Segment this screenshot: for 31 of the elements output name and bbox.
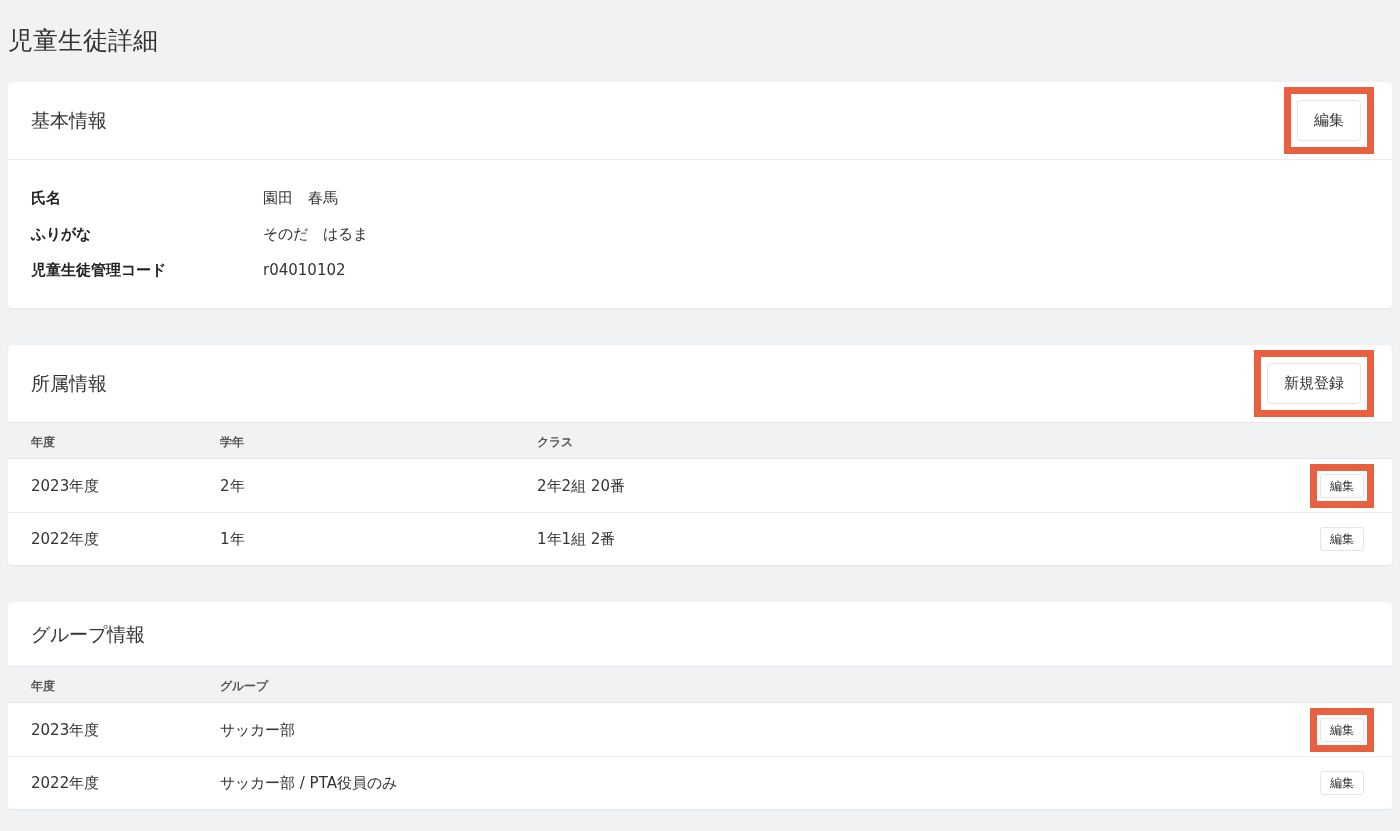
- page-title: 児童生徒詳細: [8, 25, 159, 57]
- table-cell: 2023年度: [31, 476, 100, 495]
- table-cell: 1年1組 2番: [537, 530, 616, 548]
- table-cell: 1年: [220, 530, 245, 548]
- table-cell: 2年2組 20番: [537, 476, 625, 495]
- edit-button[interactable]: 編集: [1320, 717, 1364, 742]
- column-header: グループ: [220, 678, 268, 693]
- field-label: 児童生徒管理コード: [31, 259, 167, 281]
- column-header: クラス: [537, 434, 573, 449]
- table-cell: 2023年度: [31, 720, 100, 739]
- edit-button[interactable]: 編集: [1320, 527, 1364, 551]
- field-label: ふりがな: [31, 223, 92, 245]
- column-header: 年度: [31, 678, 55, 693]
- field-value: 園田 春馬: [263, 187, 338, 209]
- column-header: 年度: [31, 434, 55, 449]
- header-button[interactable]: 新規登録: [1267, 363, 1361, 404]
- table-cell: サッカー部: [220, 720, 295, 739]
- card-title: 基本情報: [31, 108, 107, 134]
- field-value: r04010102: [263, 259, 346, 281]
- card-title: グループ情報: [31, 621, 145, 647]
- table-cell: 2022年度: [31, 774, 100, 792]
- field-label: 氏名: [31, 187, 62, 209]
- table-cell: 2年: [220, 476, 245, 495]
- column-header: 学年: [220, 434, 244, 449]
- edit-button[interactable]: 編集: [1320, 473, 1364, 498]
- header-button[interactable]: 編集: [1297, 100, 1361, 141]
- card-title: 所属情報: [31, 371, 107, 397]
- field-value: そのだ はるま: [263, 223, 368, 245]
- edit-button[interactable]: 編集: [1320, 771, 1364, 795]
- table-cell: サッカー部 / PTA役員のみ: [220, 774, 397, 792]
- table-cell: 2022年度: [31, 530, 100, 548]
